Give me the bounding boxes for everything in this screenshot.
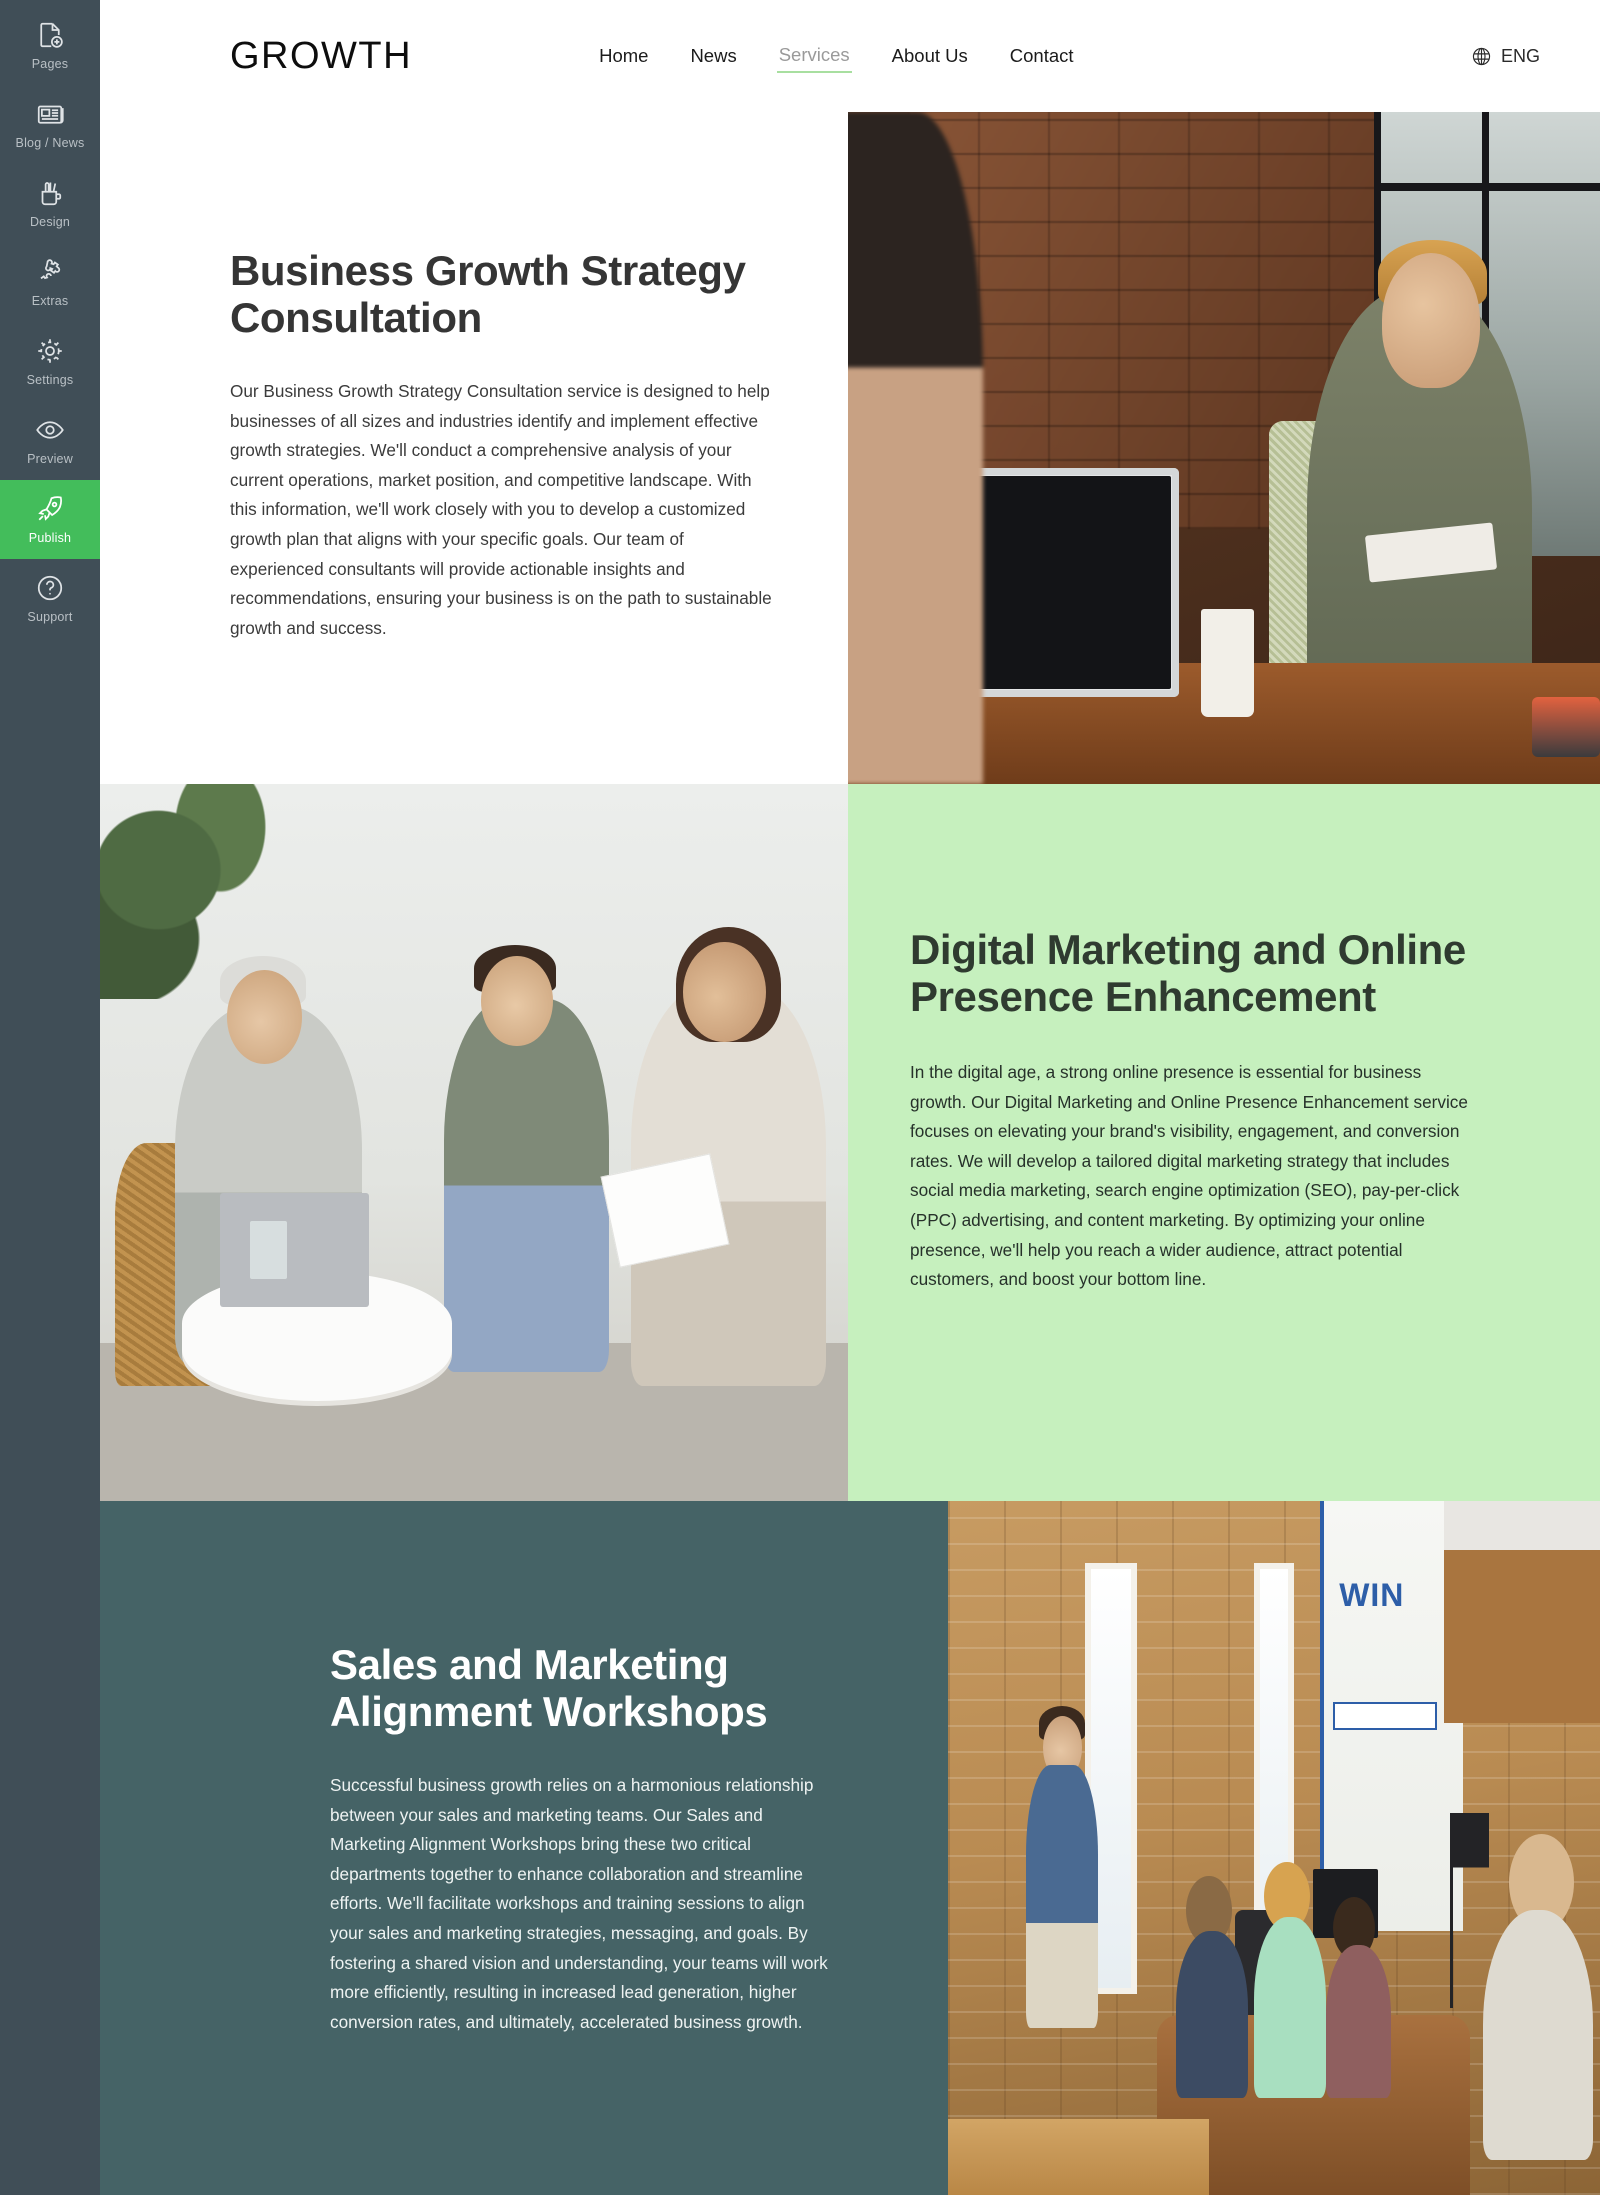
- nav-link-contact[interactable]: Contact: [1008, 40, 1076, 72]
- nav-link-services[interactable]: Services: [776, 39, 852, 73]
- sidebar-item-label: Support: [27, 610, 73, 624]
- sidebar-item-label: Settings: [26, 373, 74, 387]
- workshop-presentation-photo: WIN: [948, 1501, 1600, 2195]
- newspaper-icon: [35, 99, 65, 129]
- nav-link-news[interactable]: News: [688, 40, 738, 72]
- nav-link-about-us[interactable]: About Us: [890, 40, 970, 72]
- eye-icon: [35, 415, 65, 445]
- section-digital-marketing-and-online-presence-enhancement: Digital Marketing and Online Presence En…: [100, 784, 1600, 1501]
- sidebar-item-label: Blog / News: [15, 136, 85, 150]
- sidebar-item-label: Design: [29, 215, 71, 229]
- editor-sidebar: Pages Blog / News Design Extras Settings…: [0, 0, 100, 2195]
- sidebar-item-settings[interactable]: Settings: [0, 322, 100, 401]
- site-preview-canvas: GROWTH Home News Services About Us Conta…: [100, 0, 1600, 2195]
- nav-link-home[interactable]: Home: [597, 40, 650, 72]
- sidebar-item-blog-news[interactable]: Blog / News: [0, 85, 100, 164]
- sidebar-item-publish[interactable]: Publish: [0, 480, 100, 559]
- section-3-title: Sales and Marketing Alignment Workshops: [330, 1641, 768, 1736]
- site-nav: Home News Services About Us Contact: [597, 39, 1075, 73]
- section-sales-and-marketing-alignment-workshops: Sales and Marketing Alignment Workshops …: [100, 1501, 1600, 2195]
- section-2-title: Digital Marketing and Online Presence En…: [910, 926, 1466, 1021]
- sidebar-item-label: Extras: [31, 294, 69, 308]
- sidebar-item-label: Publish: [28, 531, 72, 545]
- sidebar-item-support[interactable]: Support: [0, 559, 100, 638]
- globe-icon: [1471, 46, 1492, 67]
- section-2-text-column: Digital Marketing and Online Presence En…: [848, 784, 1600, 1501]
- sidebar-item-extras[interactable]: Extras: [0, 243, 100, 322]
- site-logo[interactable]: GROWTH: [230, 35, 412, 78]
- page-add-icon: [35, 20, 65, 50]
- puzzle-icon: [35, 257, 65, 287]
- section-1-image-column: [848, 112, 1600, 784]
- section-3-body: Successful business growth relies on a h…: [330, 1775, 828, 2032]
- section-3-text-column: Sales and Marketing Alignment Workshops …: [100, 1501, 948, 2195]
- rocket-icon: [35, 494, 65, 524]
- mural-win-text: WIN: [1339, 1577, 1405, 1614]
- section-1-body: Our Business Growth Strategy Consultatio…: [230, 381, 772, 638]
- sidebar-item-design[interactable]: Design: [0, 164, 100, 243]
- section-3-image-column: WIN: [948, 1501, 1600, 2195]
- sidebar-item-label: Preview: [27, 452, 73, 466]
- language-selector[interactable]: ENG: [1471, 46, 1540, 67]
- sidebar-item-label: Pages: [31, 57, 69, 71]
- consultant-meeting-photo: [848, 112, 1600, 784]
- section-1-text-column: Business Growth Strategy Consultation Ou…: [100, 112, 848, 784]
- section-business-growth-strategy-consultation: Business Growth Strategy Consultation Ou…: [100, 112, 1600, 784]
- section-2-image-column: [100, 784, 848, 1501]
- team-discussion-photo: [100, 784, 848, 1501]
- language-label: ENG: [1500, 45, 1540, 66]
- site-header: GROWTH Home News Services About Us Conta…: [100, 0, 1600, 112]
- section-2-body: In the digital age, a strong online pres…: [910, 1062, 1468, 1290]
- design-cup-icon: [35, 178, 65, 208]
- app-window: Pages Blog / News Design Extras Settings…: [0, 0, 1600, 2195]
- section-1-title: Business Growth Strategy Consultation: [230, 247, 746, 342]
- gear-icon: [35, 336, 65, 366]
- sidebar-item-preview[interactable]: Preview: [0, 401, 100, 480]
- sidebar-item-pages[interactable]: Pages: [0, 6, 100, 85]
- question-icon: [35, 573, 65, 603]
